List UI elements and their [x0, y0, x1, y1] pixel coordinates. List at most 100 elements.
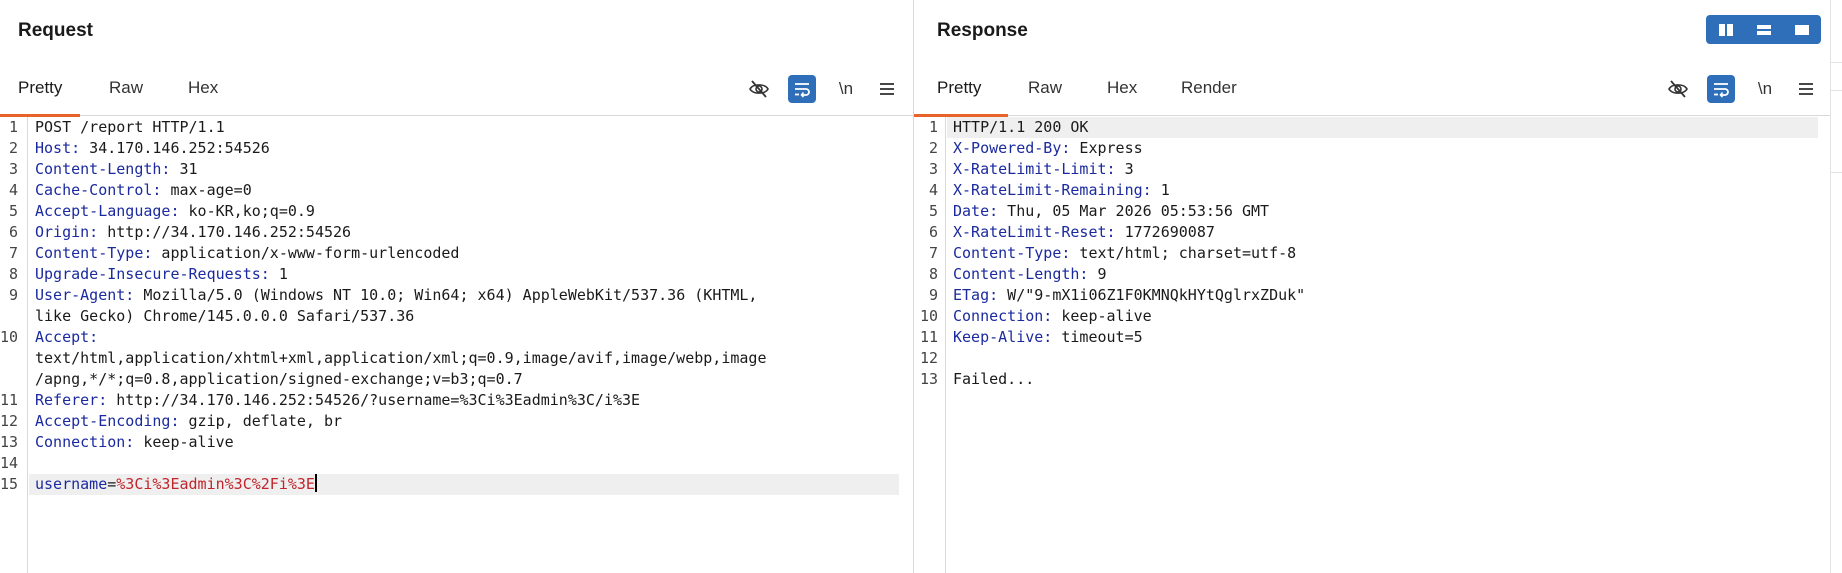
response-tabs: Pretty Raw Hex Render \n — [914, 66, 1830, 117]
line-content: Accept-Language: ko-KR,ko;q=0.9 — [35, 201, 315, 222]
line-content: Content-Type: text/html; charset=utf-8 — [953, 243, 1296, 264]
code-line: 12 Accept-Encoding: gzip, deflate, br — [0, 411, 913, 432]
line-number: 10 — [0, 328, 19, 346]
text-value: 3 — [1115, 160, 1134, 178]
header-name: Origin: — [35, 223, 99, 241]
line-number: 1 — [928, 118, 938, 136]
line-number: 15 — [0, 475, 19, 493]
stacked-layout-icon[interactable] — [1747, 17, 1780, 42]
line-number: 11 — [919, 328, 938, 346]
eye-slash-icon[interactable] — [1664, 75, 1692, 103]
text-value: Mozilla/5.0 (Windows NT 10.0; Win64; x64… — [134, 286, 758, 304]
response-tab-hex[interactable]: Hex — [1107, 78, 1137, 115]
word-wrap-icon[interactable] — [1707, 75, 1735, 103]
text-value: Express — [1070, 139, 1143, 157]
text-value: 1772690087 — [1115, 223, 1215, 241]
header-name: Keep-Alive: — [953, 328, 1053, 346]
code-line: 15 username=%3Ci%3Eadmin%3C%2Fi%3E — [0, 474, 913, 495]
line-number: 8 — [928, 265, 938, 283]
line-content: Accept-Encoding: gzip, deflate, br — [35, 411, 342, 432]
line-content: Host: 34.170.146.252:54526 — [35, 138, 270, 159]
line-content: text/html,application/xhtml+xml,applicat… — [35, 348, 767, 369]
text-value: W/"9-mX1i06Z1F0KMNQkHYtQglrxZDuk" — [998, 286, 1306, 304]
code-line: 1 HTTP/1.1 200 OK — [914, 117, 1830, 138]
side-panel-edge — [1830, 0, 1842, 573]
line-content: X-Powered-By: Express — [953, 138, 1143, 159]
hamburger-menu-icon[interactable] — [1792, 75, 1820, 103]
request-editor[interactable]: 1 POST /report HTTP/1.1 2 Host: 34.170.146.… — [0, 117, 913, 573]
text-caret — [314, 474, 317, 492]
line-content: Content-Type: application/x-www-form-url… — [35, 243, 459, 264]
text-value: 1 — [269, 265, 288, 283]
code-line: 7 Content-Type: application/x-www-form-ur… — [0, 243, 913, 264]
word-wrap-icon[interactable] — [788, 75, 816, 103]
line-number: 5 — [928, 202, 938, 220]
code-line: 11 Referer: http://34.170.146.252:54526/?… — [0, 390, 913, 411]
text-value: 34.170.146.252:54526 — [80, 139, 270, 157]
line-content: X-RateLimit-Limit: 3 — [953, 159, 1134, 180]
text-value: 9 — [1088, 265, 1107, 283]
header-name: Accept: — [35, 328, 99, 346]
code-line: 4 X-RateLimit-Remaining: 1 — [914, 180, 1830, 201]
line-number: 11 — [0, 391, 19, 409]
header-name: Content-Type: — [35, 244, 153, 262]
request-tab-pretty[interactable]: Pretty — [0, 78, 81, 117]
response-tab-raw[interactable]: Raw — [1028, 78, 1062, 115]
code-line: 10 Connection: keep-alive — [914, 306, 1830, 327]
header-name: Content-Length: — [953, 265, 1089, 283]
line-content: Connection: keep-alive — [35, 432, 234, 453]
text-value: HTTP/1.1 200 OK — [953, 118, 1089, 136]
single-layout-icon[interactable] — [1785, 17, 1818, 42]
layout-switch — [1706, 15, 1821, 44]
header-name: Date: — [953, 202, 999, 220]
line-number: 5 — [8, 202, 18, 220]
line-number: 9 — [928, 286, 938, 304]
eye-slash-icon[interactable] — [745, 75, 773, 103]
header-name: Cache-Control: — [35, 181, 162, 199]
line-content: Content-Length: 31 — [35, 159, 198, 180]
code-line: 12 — [914, 348, 1830, 369]
text-value: keep-alive — [1052, 307, 1152, 325]
code-line: 14 — [0, 453, 913, 474]
hamburger-menu-icon[interactable] — [873, 75, 901, 103]
newline-toggle[interactable]: \n — [832, 75, 860, 103]
code-line: 2 X-Powered-By: Express — [914, 138, 1830, 159]
line-content: /apng,*/*;q=0.8,application/signed-excha… — [35, 369, 523, 390]
line-content: User-Agent: Mozilla/5.0 (Windows NT 10.0… — [35, 285, 757, 306]
code-line: 1 POST /report HTTP/1.1 — [0, 117, 913, 138]
request-pane: Request Pretty Raw Hex \n 1 POST /report … — [0, 0, 914, 573]
text-value: application/x-www-form-urlencoded — [152, 244, 460, 262]
response-tab-pretty[interactable]: Pretty — [914, 78, 1009, 117]
request-tab-raw[interactable]: Raw — [109, 78, 143, 115]
text-value: 1 — [1151, 181, 1170, 199]
code-line: 10 Accept: — [0, 327, 913, 348]
line-number: 14 — [0, 454, 19, 472]
line-content: Cache-Control: max-age=0 — [35, 180, 252, 201]
response-editor[interactable]: 1 HTTP/1.1 200 OK 2 X-Powered-By: Express 3 X… — [914, 117, 1830, 573]
text-value: text/html; charset=utf-8 — [1070, 244, 1297, 262]
line-number: 13 — [0, 433, 19, 451]
line-number: 7 — [928, 244, 938, 262]
code-line: 2 Host: 34.170.146.252:54526 — [0, 138, 913, 159]
line-number: 4 — [8, 181, 18, 199]
line-number: 7 — [8, 244, 18, 262]
code-line: 5 Date: Thu, 05 Mar 2026 05:53:56 GMT — [914, 201, 1830, 222]
header-name: ETag: — [953, 286, 999, 304]
request-tab-hex[interactable]: Hex — [188, 78, 218, 115]
code-line: 6 X-RateLimit-Reset: 1772690087 — [914, 222, 1830, 243]
code-line: 6 Origin: http://34.170.146.252:54526 — [0, 222, 913, 243]
response-tab-render[interactable]: Render — [1181, 78, 1237, 115]
text-value: Failed... — [953, 370, 1035, 388]
code-line: 9 ETag: W/"9-mX1i06Z1F0KMNQkHYtQglrxZDuk" — [914, 285, 1830, 306]
code-line: 3 Content-Length: 31 — [0, 159, 913, 180]
line-number: 12 — [0, 412, 19, 430]
line-content: Accept: — [35, 327, 98, 348]
side-by-side-layout-icon[interactable] — [1709, 17, 1742, 42]
newline-toggle[interactable]: \n — [1751, 75, 1779, 103]
header-name: Connection: — [953, 307, 1053, 325]
line-content: Origin: http://34.170.146.252:54526 — [35, 222, 351, 243]
param-name: username — [35, 475, 108, 493]
line-number: 1 — [8, 118, 18, 136]
request-title: Request — [18, 20, 93, 41]
code-line: 3 X-RateLimit-Limit: 3 — [914, 159, 1830, 180]
